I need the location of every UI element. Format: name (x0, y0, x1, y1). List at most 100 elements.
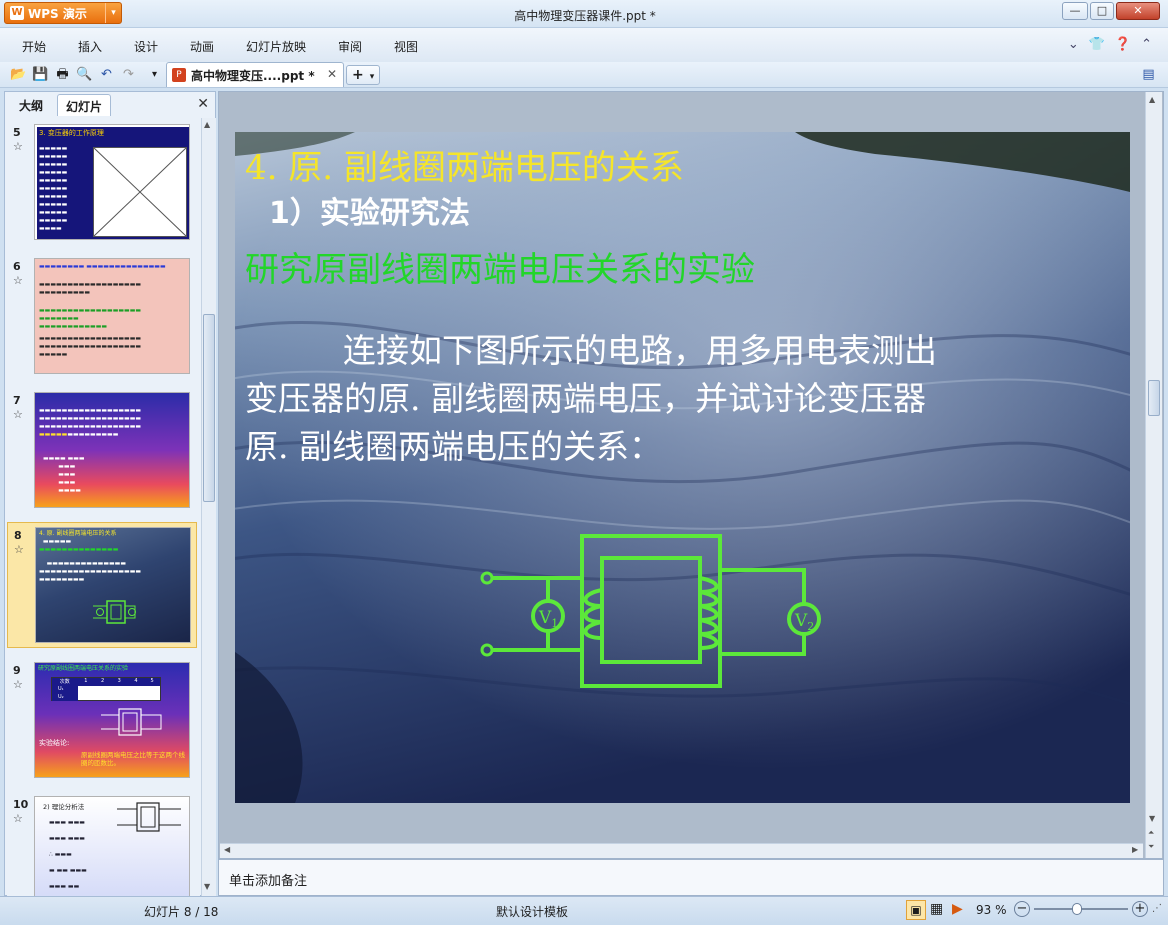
thumbnail-5[interactable]: 5 ☆ 3. 变压器的工作原理 ▬▬▬▬▬ ▬▬▬▬▬ ▬▬▬▬▬ ▬▬▬▬▬ ▬▬▬▬… (7, 120, 197, 244)
menu-review[interactable]: 审阅 (338, 38, 362, 55)
menu-right-tools: ⌄ 👕 ❓ ⌃ (1068, 37, 1152, 52)
tab-outline[interactable]: 大纲 (11, 94, 51, 116)
skin-icon[interactable]: 👕 (1089, 37, 1105, 52)
resize-grip-icon[interactable]: ⋰ (1152, 903, 1162, 914)
thumbnail-image: 研究原副线圈两端电压关系的实验 次数 1 2 3 4 5 U₁ U₂ 实验结论:… (34, 662, 190, 778)
scroll-left-icon[interactable]: ◀ (224, 845, 230, 854)
menu-home[interactable]: 开始 (22, 38, 46, 55)
thumbnail-number: 5 (13, 126, 21, 139)
zoom-out-icon[interactable]: − (1014, 901, 1030, 917)
thumbnail-title: 3. 变压器的工作原理 (39, 129, 104, 137)
voltmeter-2-label: V2 (794, 611, 814, 633)
notes-pane[interactable]: 单击添加备注 (218, 859, 1164, 896)
thumbnail-9[interactable]: 9 ☆ 研究原副线圈两端电压关系的实验 次数 1 2 3 4 5 U₁ U₂ 实… (7, 658, 197, 782)
thumbnail-6[interactable]: 6 ☆ ▬▬▬▬▬▬▬▬ ▬▬▬▬▬▬▬▬▬▬▬▬▬▬ ▬▬▬▬▬▬▬▬▬▬▬▬… (7, 254, 197, 378)
thumbnail-7[interactable]: 7 ☆ ▬▬▬▬▬▬▬▬▬▬▬▬▬▬▬▬▬▬ ▬▬▬▬▬▬▬▬▬▬▬▬▬▬▬▬▬▬… (7, 388, 197, 512)
slide-pane: 大纲 幻灯片 ✕ 5 ☆ 3. 变压器的工作原理 ▬▬▬▬▬ ▬▬▬▬▬ ▬▬▬▬▬… (4, 91, 216, 896)
window-title: 高中物理变压器课件.ppt * (514, 9, 656, 23)
slide-title[interactable]: 4. 原. 副线圈两端电压的关系 (245, 140, 684, 189)
thumbnail-title: 2) 理论分析法 (43, 803, 85, 811)
ppt-file-icon: P (172, 68, 186, 82)
maximize-button[interactable]: □ (1090, 2, 1114, 20)
thumbnail-8[interactable]: 8 ☆ 4. 原. 副线圈两端电压的关系 ▬▬▬▬▬ ▬▬▬▬▬▬▬▬▬▬▬▬▬… (7, 522, 197, 648)
scroll-down-icon[interactable]: ▼ (204, 882, 210, 891)
animation-star-icon: ☆ (13, 812, 23, 825)
animation-star-icon: ☆ (13, 408, 23, 421)
thumbnail-title: 4. 原. 副线圈两端电压的关系 (39, 530, 117, 537)
menu-animation[interactable]: 动画 (190, 38, 214, 55)
editor-vertical-scrollbar[interactable]: ▲ ▼ ⏶ ⏷ (1145, 92, 1162, 858)
slide-subtitle[interactable]: 1）实验研究法 (269, 188, 470, 232)
thumbnail-conclusion: 原副线圈两端电压之比等于这两个线圈的匝数比。 (81, 751, 185, 767)
chevron-down-icon: ▾ (369, 72, 375, 82)
previous-slide-icon[interactable]: ⏶ (1148, 828, 1154, 838)
transformer-circuit-diagram[interactable]: V1 V2 (473, 530, 827, 690)
zoom-slider-thumb[interactable] (1072, 903, 1082, 915)
slide-sorter-icon[interactable]: ▦ (930, 901, 943, 917)
current-slide[interactable]: 4. 原. 副线圈两端电压的关系 1）实验研究法 研究原副线圈两端电压关系的实验… (235, 132, 1130, 803)
slide-body-line-1[interactable]: 连接如下图所示的电路，用多用电表测出 (343, 324, 937, 372)
save-icon[interactable]: 💾 (32, 66, 49, 83)
thumbnail-list: 5 ☆ 3. 变压器的工作原理 ▬▬▬▬▬ ▬▬▬▬▬ ▬▬▬▬▬ ▬▬▬▬▬ ▬▬▬▬… (7, 118, 200, 896)
zoom-level[interactable]: 93 % (976, 903, 1007, 917)
animation-star-icon: ☆ (13, 140, 23, 153)
slide-heading[interactable]: 研究原副线圈两端电压关系的实验 (245, 242, 755, 291)
close-icon[interactable]: ✕ (327, 67, 337, 81)
new-tab-button[interactable]: + ▾ (346, 65, 380, 85)
wps-logo-icon: W (10, 6, 24, 20)
chevron-down-icon: ▾ (105, 3, 121, 23)
thumbnail-table: 次数 1 2 3 4 5 U₁ U₂ (51, 677, 161, 701)
thumbnail-number: 7 (13, 394, 21, 407)
print-icon[interactable]: 🖶 (54, 66, 71, 83)
scrollbar-thumb[interactable] (203, 314, 215, 502)
thumbnail-image: ▬▬▬▬▬▬▬▬ ▬▬▬▬▬▬▬▬▬▬▬▬▬▬ ▬▬▬▬▬▬▬▬▬▬▬▬▬▬▬▬… (34, 258, 190, 374)
normal-view-icon[interactable]: ▣ (906, 900, 926, 920)
slide-body-line-2[interactable]: 变压器的原. 副线圈两端电压，并试讨论变压器 (245, 372, 926, 420)
wps-menu-button[interactable]: W WPS 演示 ▾ (4, 2, 122, 24)
zoom-in-icon[interactable]: + (1132, 901, 1148, 917)
chevron-down-icon[interactable]: ⌄ (1068, 37, 1079, 52)
thumbnail-circuit (93, 600, 136, 624)
tab-slides[interactable]: 幻灯片 (57, 94, 112, 116)
open-icon[interactable]: 📂 (10, 66, 27, 83)
thumbnail-10[interactable]: 10 ☆ 2) 理论分析法 ▬▬▬ ▬▬▬ ▬▬▬ ▬▬▬ ∴ ▬▬▬ ▬ ▬▬ ▬▬… (7, 792, 197, 896)
menu-insert[interactable]: 插入 (78, 38, 102, 55)
help-icon[interactable]: ❓ (1115, 37, 1131, 52)
layout-toggle-icon[interactable]: ▤ (1140, 66, 1157, 83)
menu-slideshow[interactable]: 幻灯片放映 (246, 38, 306, 55)
next-slide-icon[interactable]: ⏷ (1148, 842, 1154, 852)
close-icon[interactable]: ✕ (197, 96, 209, 112)
customize-toolbar-icon[interactable]: ▾ (146, 66, 163, 83)
scroll-up-icon[interactable]: ▲ (1149, 95, 1155, 104)
status-bar: 幻灯片 8 / 18 默认设计模板 ▣ ▦ ▶ 93 % − + ⋰ (0, 896, 1168, 925)
thumbnail-image: ▬▬▬▬▬▬▬▬▬▬▬▬▬▬▬▬▬▬ ▬▬▬▬▬▬▬▬▬▬▬▬▬▬▬▬▬▬ ▬▬▬▬… (34, 392, 190, 508)
notes-placeholder: 单击添加备注 (229, 874, 308, 889)
thumbnail-conclusion-label: 实验结论: (39, 739, 70, 747)
ribbon-collapse-icon[interactable]: ⌃ (1141, 37, 1152, 52)
scroll-right-icon[interactable]: ▶ (1132, 845, 1138, 854)
slide-body-line-3[interactable]: 原. 副线圈两端电压的关系： (245, 420, 662, 468)
thumbnail-circuit (101, 708, 162, 736)
scrollbar-thumb[interactable] (1148, 380, 1160, 416)
undo-icon[interactable]: ↶ (98, 66, 115, 83)
print-preview-icon[interactable]: 🔍 (76, 66, 93, 83)
menu-view[interactable]: 视图 (394, 38, 418, 55)
document-tab-label: 高中物理变压....ppt * (191, 69, 315, 83)
redo-icon[interactable]: ↷ (120, 66, 137, 83)
thumbnail-title: 研究原副线圈两端电压关系的实验 (38, 665, 129, 672)
animation-star-icon: ☆ (13, 274, 23, 287)
slideshow-icon[interactable]: ▶ (952, 901, 963, 917)
editor-horizontal-scrollbar[interactable]: ◀ ▶ (220, 843, 1143, 858)
animation-star-icon: ☆ (14, 543, 24, 556)
scroll-up-icon[interactable]: ▲ (204, 120, 210, 129)
close-button[interactable]: ✕ (1116, 2, 1160, 20)
thumbnail-scrollbar[interactable]: ▲ ▼ (201, 118, 216, 896)
minimize-button[interactable]: — (1062, 2, 1088, 20)
voltmeter-1-label: V1 (538, 608, 558, 630)
scroll-down-icon[interactable]: ▼ (1149, 814, 1155, 823)
menu-design[interactable]: 设计 (134, 38, 158, 55)
app-name: WPS 演示 (28, 6, 87, 21)
document-tab[interactable]: P 高中物理变压....ppt * ✕ (166, 62, 344, 87)
thumbnail-number: 10 (13, 798, 29, 811)
menu-bar: 开始 插入 设计 动画 幻灯片放映 审阅 视图 ⌄ 👕 ❓ ⌃ (0, 28, 1168, 62)
